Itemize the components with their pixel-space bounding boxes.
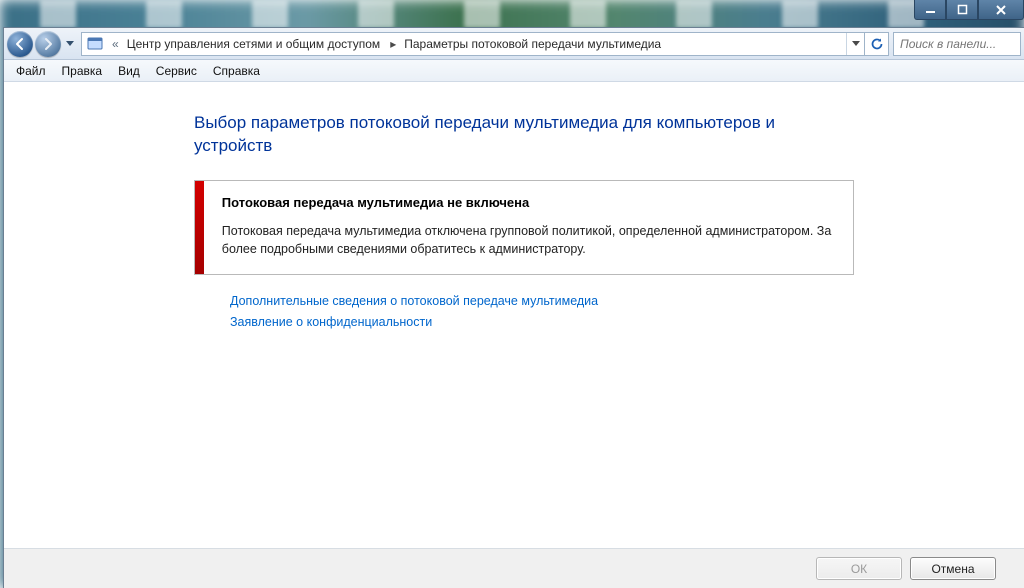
- menu-edit[interactable]: Правка: [54, 62, 111, 80]
- footer-bar: ОК Отмена: [4, 548, 1024, 588]
- search-box[interactable]: [893, 32, 1021, 56]
- breadcrumb-seg-network-center[interactable]: Центр управления сетями и общим доступом: [123, 33, 387, 55]
- help-links: Дополнительные сведения о потоковой пере…: [194, 291, 854, 334]
- window-caption-buttons: [914, 0, 1024, 22]
- link-more-info[interactable]: Дополнительные сведения о потоковой пере…: [230, 291, 854, 312]
- back-button[interactable]: [7, 31, 33, 57]
- minimize-button[interactable]: [914, 0, 946, 20]
- alert-box: Потоковая передача мультимедиа не включе…: [194, 180, 854, 275]
- breadcrumb-separator-icon[interactable]: ▸: [386, 37, 400, 51]
- menu-view[interactable]: Вид: [110, 62, 148, 80]
- close-button[interactable]: [978, 0, 1024, 20]
- breadcrumb-seg-media-streaming[interactable]: Параметры потоковой передачи мультимедиа: [400, 33, 667, 55]
- nav-history-dropdown[interactable]: [63, 31, 77, 57]
- maximize-button[interactable]: [946, 0, 978, 20]
- page-title: Выбор параметров потоковой передачи муль…: [194, 112, 854, 158]
- refresh-button[interactable]: [865, 32, 889, 56]
- forward-button[interactable]: [35, 31, 61, 57]
- explorer-window: « Центр управления сетями и общим доступ…: [3, 27, 1024, 588]
- address-dropdown[interactable]: [846, 33, 864, 55]
- menu-bar: Файл Правка Вид Сервис Справка: [4, 60, 1024, 82]
- search-input[interactable]: [894, 37, 1024, 51]
- desktop-icons-blur: [0, 0, 1024, 30]
- menu-help[interactable]: Справка: [205, 62, 268, 80]
- menu-tools[interactable]: Сервис: [148, 62, 205, 80]
- breadcrumb-overflow-icon[interactable]: «: [108, 37, 123, 51]
- ok-button: ОК: [816, 557, 902, 580]
- navigation-bar: « Центр управления сетями и общим доступ…: [4, 28, 1024, 60]
- address-bar[interactable]: « Центр управления сетями и общим доступ…: [81, 32, 865, 56]
- cancel-button[interactable]: Отмена: [910, 557, 996, 580]
- alert-severity-stripe: [195, 181, 204, 274]
- control-panel-icon: [84, 33, 106, 55]
- alert-heading: Потоковая передача мультимедиа не включе…: [222, 195, 835, 210]
- menu-file[interactable]: Файл: [8, 62, 54, 80]
- link-privacy[interactable]: Заявление о конфиденциальности: [230, 312, 854, 333]
- alert-body-text: Потоковая передача мультимедиа отключена…: [222, 222, 835, 258]
- content-area: Выбор параметров потоковой передачи муль…: [4, 82, 1024, 548]
